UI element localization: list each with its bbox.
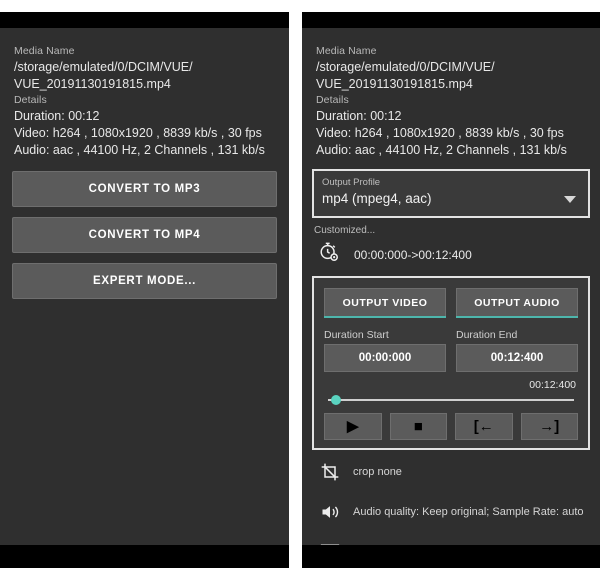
set-start-button[interactable]: [← bbox=[455, 413, 513, 440]
seek-slider-track bbox=[328, 399, 574, 401]
output-profile-label: Output Profile bbox=[322, 177, 381, 188]
image-icon bbox=[320, 542, 340, 545]
action-button-stack: CONVERT TO MP3 CONVERT TO MP4 EXPERT MOD… bbox=[0, 167, 289, 299]
media-info-block-right: Media Name /storage/emulated/0/DCIM/VUE/… bbox=[302, 28, 600, 167]
tab-output-audio-underline bbox=[456, 316, 578, 318]
slider-time-label: 00:12:400 bbox=[529, 379, 576, 391]
media-duration: Duration: 00:12 bbox=[14, 109, 100, 123]
duration-start-field[interactable]: 00:00:000 bbox=[324, 344, 446, 372]
right-screen: Media Name /storage/emulated/0/DCIM/VUE/… bbox=[302, 12, 600, 568]
details-label: Details bbox=[316, 94, 349, 106]
option-audio-quality-text: Audio quality: Keep original; Sample Rat… bbox=[353, 506, 584, 518]
tab-output-audio[interactable]: OUTPUT AUDIO bbox=[456, 288, 578, 316]
tab-output-video[interactable]: OUTPUT VIDEO bbox=[324, 288, 446, 316]
expert-mode-button[interactable]: EXPERT MODE... bbox=[12, 263, 277, 299]
option-video-quality[interactable]: Video quality: Keep original; Frame Rate… bbox=[312, 532, 590, 545]
right-panel-body: Output Profile mp4 (mpeg4, aac) Customiz… bbox=[302, 169, 600, 545]
left-panel: Media Name /storage/emulated/0/DCIM/VUE/… bbox=[0, 28, 289, 545]
status-bar bbox=[0, 12, 289, 28]
duration-end-field[interactable]: 00:12:400 bbox=[456, 344, 578, 372]
transport-controls: ▶ ■ [← →] bbox=[324, 411, 578, 440]
play-button[interactable]: ▶ bbox=[324, 413, 382, 440]
output-profile-value: mp4 (mpeg4, aac) bbox=[322, 191, 432, 206]
right-panel: Media Name /storage/emulated/0/DCIM/VUE/… bbox=[302, 28, 600, 545]
media-audio-info: Audio: aac , 44100 Hz, 2 Channels , 131 … bbox=[14, 143, 265, 157]
crop-icon bbox=[320, 462, 340, 482]
convert-to-mp4-button[interactable]: CONVERT TO MP4 bbox=[12, 217, 277, 253]
output-profile-dropdown[interactable]: Output Profile mp4 (mpeg4, aac) bbox=[312, 169, 590, 218]
speaker-icon bbox=[320, 502, 340, 522]
duration-start-label: Duration Start bbox=[324, 329, 389, 341]
media-video-info: Video: h264 , 1080x1920 , 8839 kb/s , 30… bbox=[316, 126, 564, 140]
tab-output-video-underline bbox=[324, 316, 446, 318]
chevron-down-icon bbox=[564, 195, 576, 203]
media-path-line1: /storage/emulated/0/DCIM/VUE/ bbox=[316, 60, 495, 74]
seek-slider-thumb[interactable] bbox=[330, 395, 341, 405]
media-audio-info: Audio: aac , 44100 Hz, 2 Channels , 131 … bbox=[316, 143, 567, 157]
trim-range-row[interactable]: 00:00:000->00:12:400 bbox=[312, 238, 590, 276]
left-screen: Media Name /storage/emulated/0/DCIM/VUE/… bbox=[0, 12, 289, 568]
option-crop-text: crop none bbox=[353, 466, 402, 478]
stop-button[interactable]: ■ bbox=[389, 413, 447, 440]
customized-label: Customized... bbox=[314, 225, 376, 236]
media-info-block: Media Name /storage/emulated/0/DCIM/VUE/… bbox=[0, 28, 289, 167]
option-audio-quality[interactable]: Audio quality: Keep original; Sample Rat… bbox=[312, 492, 590, 532]
media-video-info: Video: h264 , 1080x1920 , 8839 kb/s , 30… bbox=[14, 126, 262, 140]
media-path-line2: VUE_20191130191815.mp4 bbox=[316, 77, 473, 91]
status-bar-right bbox=[302, 12, 600, 28]
details-label: Details bbox=[14, 94, 47, 106]
media-path-line2: VUE_20191130191815.mp4 bbox=[14, 77, 171, 91]
duration-transport-card: OUTPUT VIDEO OUTPUT AUDIO Duration Start… bbox=[312, 276, 590, 450]
option-crop[interactable]: crop none bbox=[312, 452, 590, 492]
duration-end-label: Duration End bbox=[456, 329, 518, 341]
stopwatch-icon bbox=[318, 241, 340, 268]
convert-to-mp3-button[interactable]: CONVERT TO MP3 bbox=[12, 171, 277, 207]
navigation-bar bbox=[0, 545, 289, 568]
duration-labels: Duration Start Duration End bbox=[324, 318, 578, 341]
media-duration: Duration: 00:12 bbox=[316, 109, 402, 123]
media-name-label: Media Name bbox=[14, 45, 75, 57]
set-end-button[interactable]: →] bbox=[520, 413, 578, 440]
output-tabs: OUTPUT VIDEO OUTPUT AUDIO bbox=[324, 288, 578, 318]
media-path-line1: /storage/emulated/0/DCIM/VUE/ bbox=[14, 60, 193, 74]
trim-range-text: 00:00:000->00:12:400 bbox=[354, 247, 472, 262]
duration-fields: 00:00:000 00:12:400 bbox=[324, 341, 578, 372]
media-name-label: Media Name bbox=[316, 45, 377, 57]
screenshot-root: Media Name /storage/emulated/0/DCIM/VUE/… bbox=[0, 0, 600, 576]
navigation-bar-right bbox=[302, 545, 600, 568]
seek-slider[interactable] bbox=[328, 393, 574, 407]
